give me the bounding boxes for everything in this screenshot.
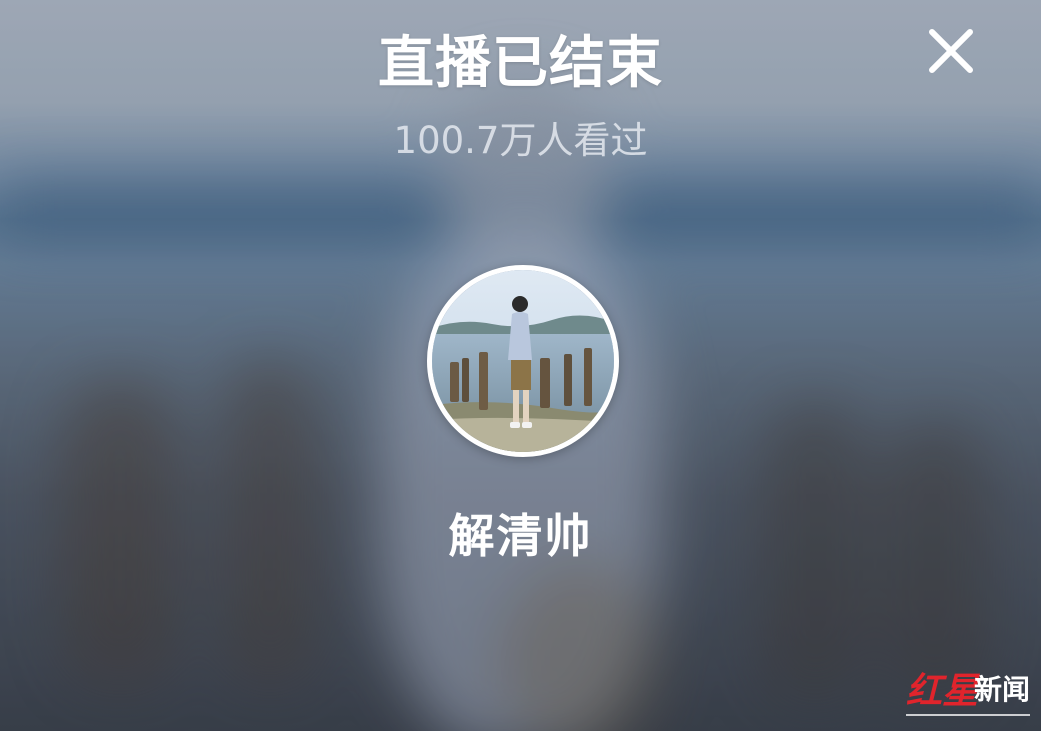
close-icon [929, 29, 973, 73]
watermark-red-text: 红星 [906, 670, 979, 712]
media-watermark-logo: 红星 新闻 [900, 660, 1035, 722]
streamer-name[interactable]: 解清帅 [0, 500, 1041, 566]
avatar-image [432, 270, 614, 452]
live-ended-title: 直播已结束 [378, 31, 663, 96]
live-ended-screen: 直播已结束 100.7万人看过 解清帅 红星 新闻 [0, 0, 1041, 731]
avatar[interactable] [427, 265, 619, 457]
close-button[interactable] [924, 24, 978, 78]
watermark-underline [906, 714, 1030, 716]
watermark-white-text: 新闻 [974, 673, 1031, 706]
viewer-count: 100.7万人看过 [393, 119, 648, 162]
